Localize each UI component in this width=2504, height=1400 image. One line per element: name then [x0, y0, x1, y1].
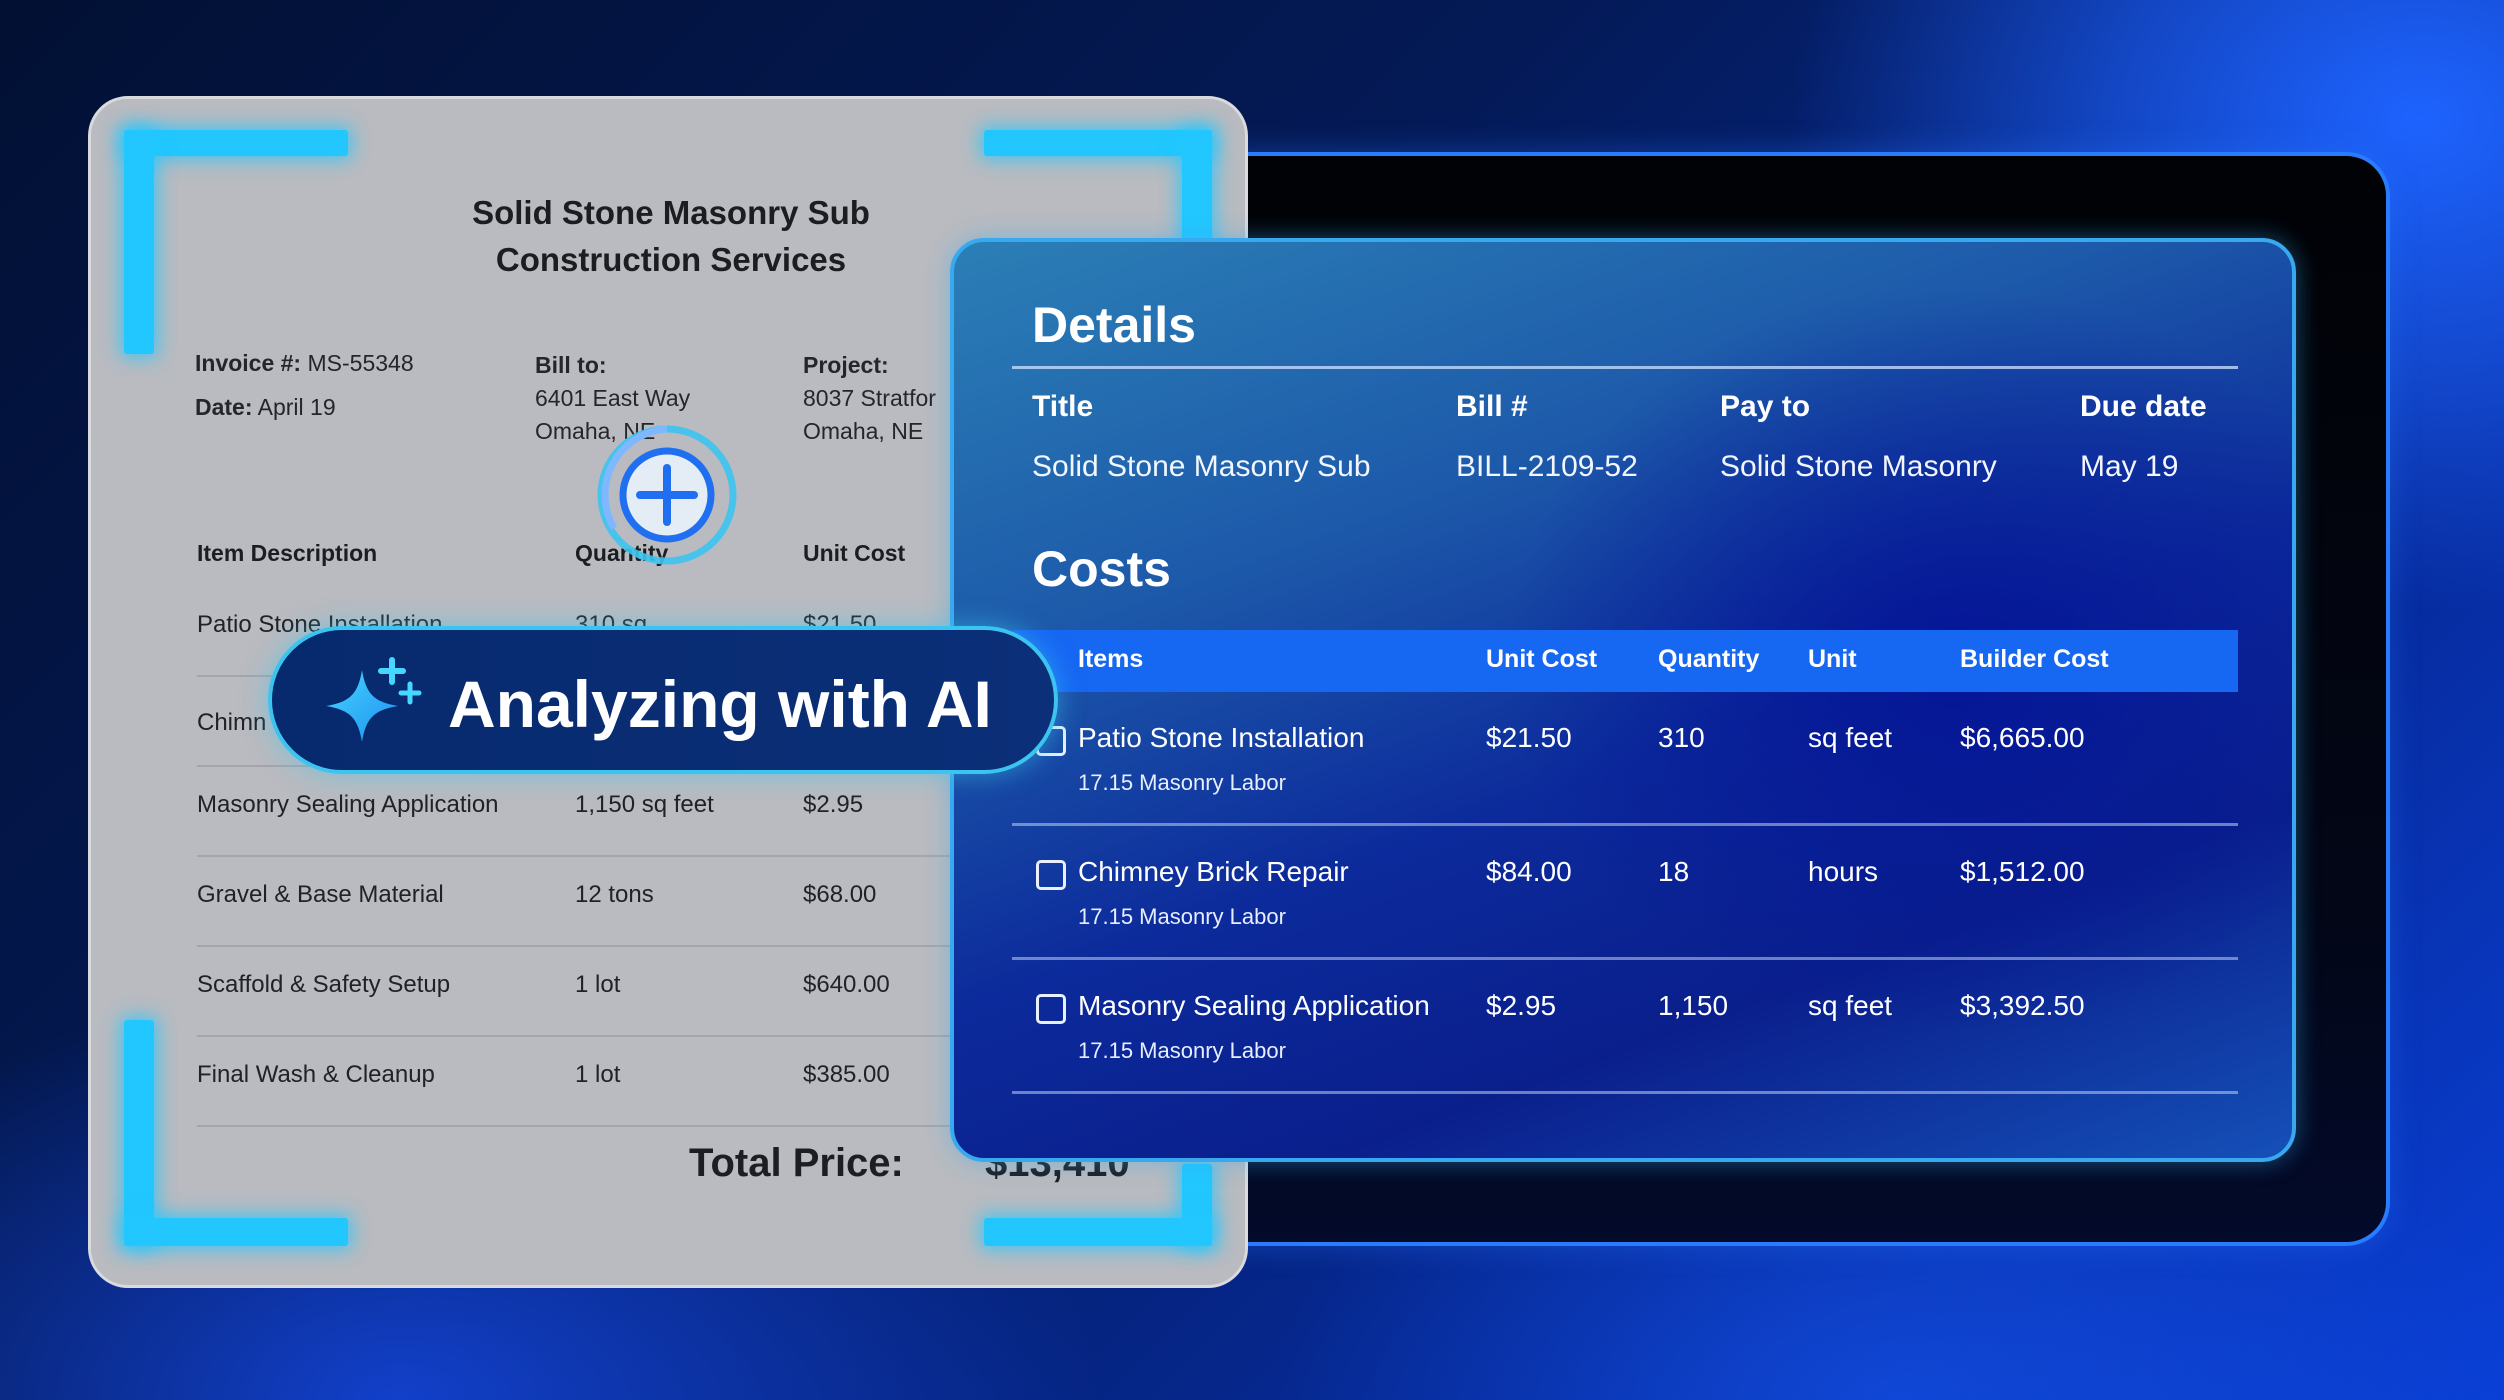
costs-col-items: Items: [1078, 645, 1144, 673]
table-row: Chimney Brick Repair 17.15 Masonry Labor…: [1012, 826, 2238, 960]
table-row: Patio Stone Installation 17.15 Masonry L…: [1012, 692, 2238, 826]
plus-circle-icon: [590, 418, 744, 572]
cost-quantity: 1,150: [1658, 990, 1729, 1021]
details-col-bill: Bill #: [1456, 390, 1528, 423]
costs-col-unit: Unit: [1808, 645, 1857, 673]
row-checkbox[interactable]: [1036, 994, 1066, 1024]
details-title: Details: [1032, 297, 1196, 353]
cost-unit: sq feet: [1808, 990, 1893, 1021]
ai-analyzing-badge: Analyzing with AI: [268, 626, 1058, 774]
details-panel: Details Title Bill # Pay to Due date Sol…: [950, 238, 2296, 1162]
details-bill-value: BILL-2109-52: [1456, 450, 1638, 483]
invoice-col-description: Item Description: [197, 540, 378, 566]
costs-col-quantity: Quantity: [1658, 645, 1760, 673]
details-due-date-value: May 19: [2080, 450, 2179, 483]
table-row: Masonry Sealing Application 17.15 Masonr…: [1012, 960, 2238, 1094]
cost-quantity: 18: [1658, 856, 1690, 887]
bracket-bottom-left-h: [124, 1218, 348, 1246]
cost-item-code: 17.15 Masonry Labor: [1078, 1038, 1286, 1063]
details-col-title: Title: [1032, 390, 1094, 423]
details-col-due-date: Due date: [2080, 390, 2207, 423]
cost-unit-cost: $21.50: [1486, 722, 1572, 753]
bracket-top-left-h: [124, 130, 348, 156]
cost-unit-cost: $84.00: [1486, 856, 1572, 887]
cost-unit: sq feet: [1808, 722, 1893, 753]
bracket-top-left-v: [124, 130, 154, 354]
bracket-top-right-h: [984, 130, 1212, 156]
details-divider: [1012, 366, 2238, 369]
details-title-value: Solid Stone Masonry Sub: [1032, 450, 1371, 483]
cost-quantity: 310: [1658, 722, 1705, 753]
cost-unit: hours: [1808, 856, 1879, 887]
cost-item-name: Masonry Sealing Application: [1078, 990, 1430, 1021]
sparkle-icon: [322, 656, 422, 752]
costs-table-header: Items Unit Cost Quantity Unit Builder Co…: [1012, 630, 2238, 692]
cost-builder-cost: $3,392.50: [1960, 990, 2085, 1021]
bracket-bottom-left-v: [124, 1020, 154, 1246]
invoice-col-unit-cost: Unit Cost: [803, 540, 906, 566]
invoice-date: Date: April 19: [195, 394, 336, 420]
cost-unit-cost: $2.95: [1486, 990, 1557, 1021]
invoice-row: Gravel & Base Material 12 tons $68.00: [197, 857, 1057, 947]
costs-title: Costs: [1032, 541, 1171, 597]
row-checkbox[interactable]: [1036, 860, 1066, 890]
cost-item-name: Patio Stone Installation: [1078, 722, 1365, 753]
details-pay-to-value: Solid Stone Masonry: [1720, 450, 1997, 483]
cost-builder-cost: $6,665.00: [1960, 722, 2085, 753]
costs-col-builder-cost: Builder Cost: [1960, 645, 2109, 673]
costs-col-unit-cost: Unit Cost: [1486, 645, 1598, 673]
cost-item-code: 17.15 Masonry Labor: [1078, 904, 1286, 929]
cost-item-name: Chimney Brick Repair: [1078, 856, 1349, 887]
invoice-row: Masonry Sealing Application 1,150 sq fee…: [197, 767, 1057, 857]
invoice-number: Invoice #: MS-55348: [195, 350, 414, 376]
invoice-row: Final Wash & Cleanup 1 lot $385.00: [197, 1037, 1057, 1127]
ai-badge-label: Analyzing with AI: [448, 667, 992, 741]
invoice-row: Scaffold & Safety Setup 1 lot $640.00: [197, 947, 1057, 1037]
cost-builder-cost: $1,512.00: [1960, 856, 2085, 887]
bracket-bottom-right-h: [984, 1218, 1212, 1246]
details-col-pay-to: Pay to: [1720, 390, 1811, 423]
invoice-project: Project: 8037 Stratfor Omaha, NE: [803, 352, 936, 444]
invoice-total-label: Total Price:: [689, 1141, 904, 1185]
cost-item-code: 17.15 Masonry Labor: [1078, 770, 1286, 795]
